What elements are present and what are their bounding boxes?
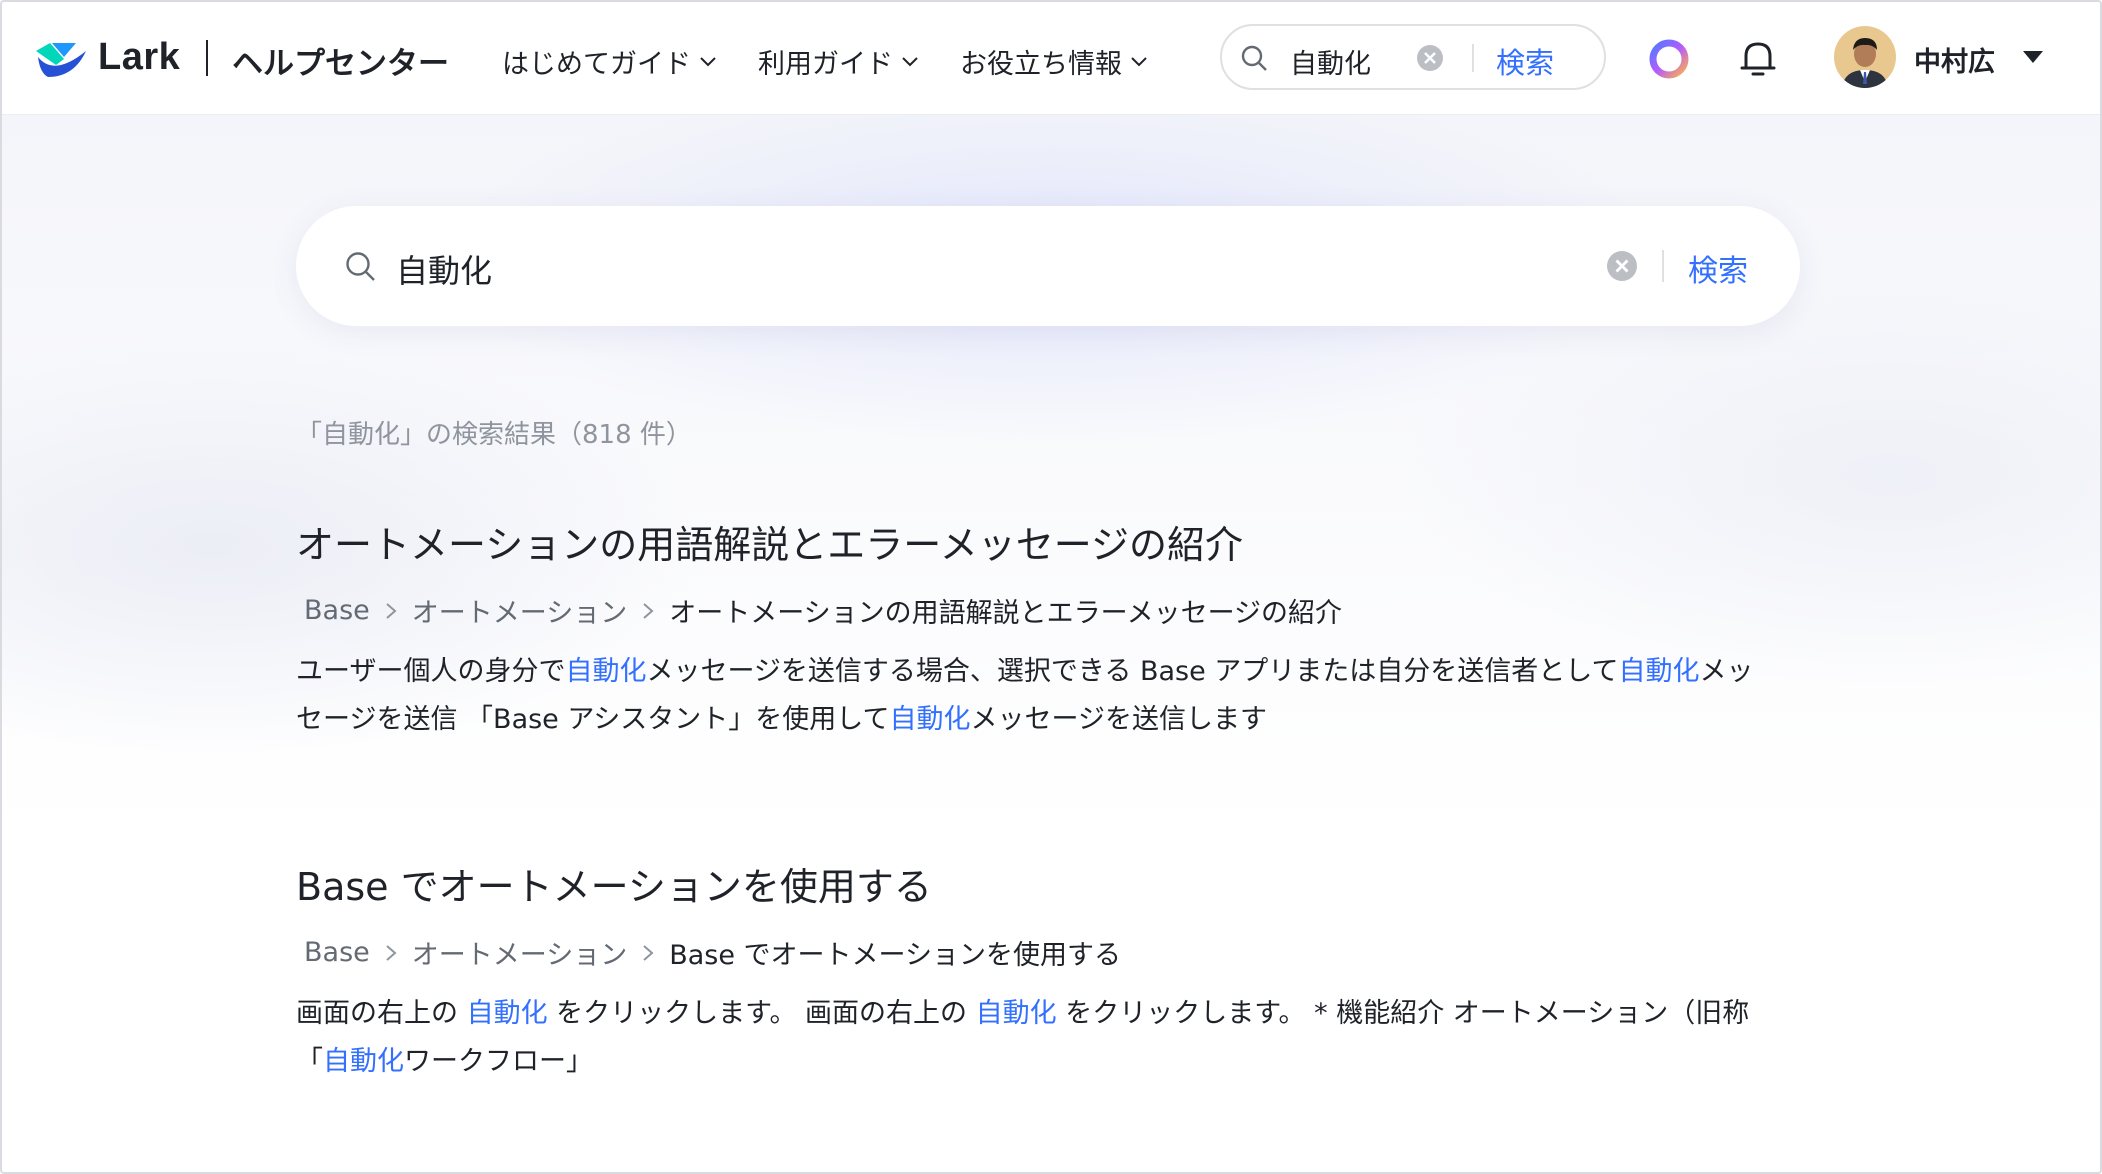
chevron-right-icon: [386, 944, 397, 961]
user-name[interactable]: 中村広: [1914, 40, 1995, 79]
chevron-right-icon: [386, 602, 397, 619]
lark-logo-icon: [36, 42, 86, 77]
chevron-down-icon: [902, 56, 918, 66]
breadcrumb-item[interactable]: オートメーション: [412, 933, 627, 972]
ai-assistant-icon[interactable]: [1648, 38, 1690, 80]
snippet-line: 画面の右上の 自動化 をクリックします。 画面の右上の 自動化 をクリックします…: [296, 990, 1806, 1038]
search-divider: [1662, 250, 1664, 282]
user-avatar[interactable]: [1834, 26, 1896, 88]
snippet-text: をクリックします。 * 機能紹介 オートメーション（旧称: [1056, 998, 1750, 1029]
logo-text: Lark: [98, 36, 181, 78]
notification-bell-icon[interactable]: [1738, 38, 1778, 80]
search-icon: [1241, 45, 1267, 71]
snippet-line: セージを送信 「Base アシスタント」を使用して自動化メッセージを送信します: [296, 696, 1806, 744]
breadcrumb-item[interactable]: Base: [304, 937, 370, 968]
nav-item-useful-info[interactable]: お役立ち情報: [960, 42, 1148, 81]
snippet-highlight: 自動化: [466, 998, 548, 1029]
search-result: オートメーションの用語解説とエラーメッセージの紹介 Base オートメーション …: [296, 514, 1806, 744]
main-search-input[interactable]: 自動化: [396, 246, 492, 292]
breadcrumb: Base オートメーション Base でオートメーションを使用する: [296, 933, 1806, 972]
snippet-line: 「自動化ワークフロー」: [296, 1038, 1806, 1086]
snippet-line: ユーザー個人の身分で自動化メッセージを送信する場合、選択できる Base アプリ…: [296, 648, 1806, 696]
snippet-text: をクリックします。 画面の右上の: [547, 998, 976, 1029]
snippet-text: セージを送信 「Base アシスタント」を使用して: [296, 704, 890, 735]
breadcrumb-item[interactable]: オートメーション: [412, 591, 627, 630]
snippet-text: 画面の右上の: [296, 998, 467, 1029]
nav-item-user-guide[interactable]: 利用ガイド: [758, 42, 919, 81]
chevron-right-icon: [643, 602, 654, 619]
snippet-text: メッセージを送信する場合、選択できる Base アプリまたは自分を送信者として: [646, 656, 1619, 687]
search-divider: [1472, 44, 1474, 72]
snippet-text: 「: [296, 1046, 323, 1077]
clear-icon[interactable]: [1606, 250, 1638, 282]
header-search-button[interactable]: 検索: [1496, 40, 1554, 82]
search-result: Base でオートメーションを使用する Base オートメーション Base で…: [296, 856, 1806, 1086]
snippet-highlight: 自動化: [323, 1046, 404, 1077]
nav-item-getting-started[interactable]: はじめてガイド: [502, 42, 717, 81]
caret-down-icon[interactable]: [2022, 50, 2044, 64]
breadcrumb: Base オートメーション オートメーションの用語解説とエラーメッセージの紹介: [296, 591, 1806, 630]
main-search-box[interactable]: 自動化 検索: [296, 206, 1800, 326]
main-search-button[interactable]: 検索: [1688, 246, 1748, 290]
nav-label: はじめてガイド: [502, 49, 691, 80]
snippet-highlight: 自動化: [1618, 656, 1700, 687]
help-center-title[interactable]: ヘルプセンター: [232, 38, 449, 83]
breadcrumb-item[interactable]: オートメーションの用語解説とエラーメッセージの紹介: [669, 591, 1342, 630]
snippet-text: ユーザー個人の身分で: [296, 656, 566, 687]
chevron-down-icon: [700, 56, 716, 66]
logo-divider: [206, 40, 208, 76]
result-title[interactable]: Base でオートメーションを使用する: [296, 856, 1806, 911]
snippet-highlight: 自動化: [975, 998, 1057, 1029]
nav-label: 利用ガイド: [758, 49, 893, 80]
top-header: Lark ヘルプセンター はじめてガイド 利用ガイド お役立ち情報 自動化 検索: [2, 2, 2100, 115]
avatar-image: [1834, 26, 1896, 88]
snippet-highlight: 自動化: [889, 704, 971, 735]
nav-label: お役立ち情報: [960, 49, 1122, 80]
app-frame: Lark ヘルプセンター はじめてガイド 利用ガイド お役立ち情報 自動化 検索: [0, 0, 2102, 1174]
snippet-text: ワークフロー」: [404, 1046, 593, 1077]
breadcrumb-item[interactable]: Base: [304, 595, 370, 626]
header-search-input[interactable]: 自動化: [1290, 42, 1371, 81]
header-search-box[interactable]: 自動化 検索: [1220, 24, 1606, 90]
snippet-text: メッセージを送信します: [970, 704, 1267, 735]
search-icon: [346, 252, 375, 281]
result-snippet: ユーザー個人の身分で自動化メッセージを送信する場合、選択できる Base アプリ…: [296, 648, 1806, 744]
lark-logo[interactable]: Lark: [34, 36, 180, 79]
result-count: 「自動化」の検索結果（818 件）: [296, 420, 692, 450]
clear-icon[interactable]: [1416, 44, 1444, 72]
snippet-text: メッ: [1699, 656, 1754, 687]
chevron-down-icon: [1131, 56, 1147, 66]
snippet-highlight: 自動化: [565, 656, 647, 687]
result-title[interactable]: オートメーションの用語解説とエラーメッセージの紹介: [296, 514, 1806, 569]
breadcrumb-item[interactable]: Base でオートメーションを使用する: [669, 933, 1121, 972]
result-snippet: 画面の右上の 自動化 をクリックします。 画面の右上の 自動化 をクリックします…: [296, 990, 1806, 1086]
chevron-right-icon: [643, 944, 654, 961]
